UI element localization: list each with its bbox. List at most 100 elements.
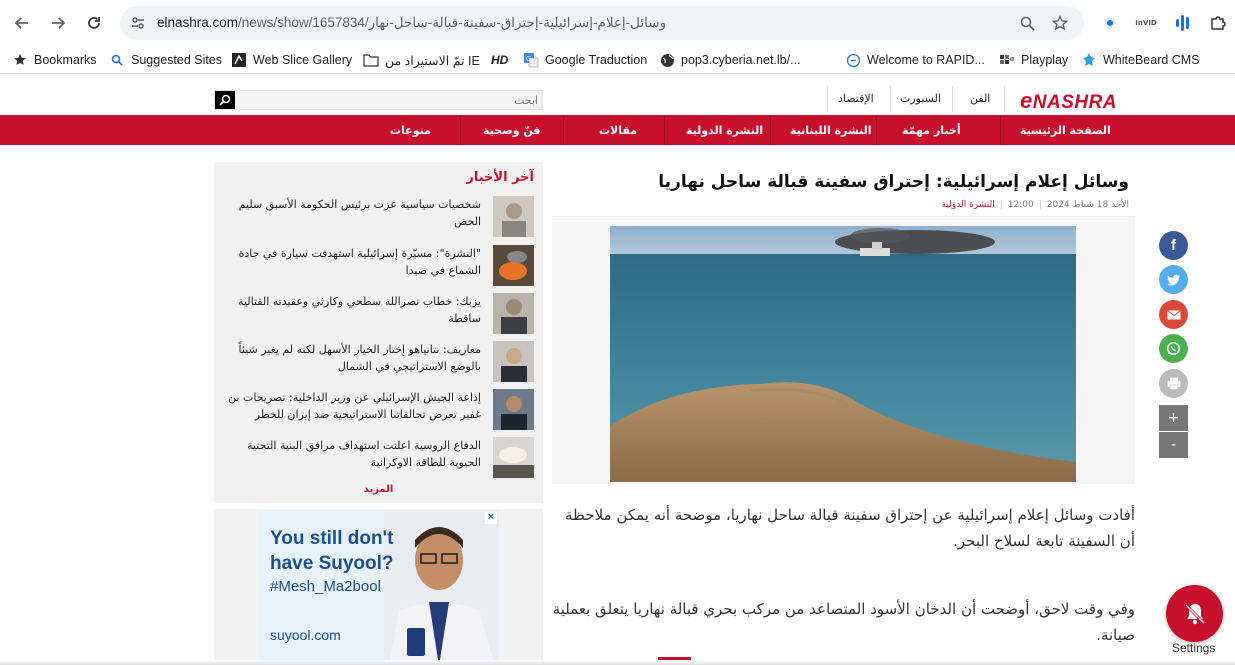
latest-news-item[interactable]: يزبك: خطاب نصرالله سطحي وكارثي وعقيدته ا…: [214, 293, 543, 337]
bookmark-label: pop3.cyberia.net.lb/...: [681, 53, 801, 67]
folder-icon: [363, 52, 379, 68]
search-button[interactable]: [215, 91, 235, 109]
latest-news-item[interactable]: "النشرة": مسيّرة إسرائيلية استهدفت سيارة…: [214, 245, 543, 289]
print-button[interactable]: [1159, 369, 1188, 398]
bookmark-item[interactable]: Bookmarks: [12, 52, 97, 68]
bookmark-item[interactable]: pop3.cyberia.net.lb/...: [659, 52, 801, 68]
zoom-icon[interactable]: [1017, 13, 1037, 33]
site-logo[interactable]: eNASHRA: [1020, 88, 1117, 114]
bookmarks-bar: Bookmarks Suggested Sites Web Slice Gall…: [0, 46, 1235, 74]
article-photo-container: [552, 217, 1135, 484]
nav-item-misc[interactable]: منوعات: [390, 115, 431, 145]
article-time: 12:00: [1007, 200, 1034, 210]
nav-item-articles[interactable]: مقالات: [599, 115, 637, 145]
bookmark-item[interactable]: Suggested Sites: [109, 52, 222, 68]
article-meta: الأحد 18 شباط 2024|12:00|النشرة الدولية: [941, 200, 1129, 210]
news-thumbnail: [493, 196, 534, 237]
rapid-icon: [845, 52, 861, 68]
address-bar[interactable]: elnashra.com/news/show/1657834/وسائل-إعل…: [120, 6, 1084, 40]
top-link-sport[interactable]: السبورت: [900, 92, 941, 105]
article-category[interactable]: النشرة الدولية: [942, 200, 995, 210]
share-twitter-button[interactable]: [1159, 265, 1188, 294]
playplay-icon: [999, 52, 1015, 68]
share-facebook-button[interactable]: f: [1159, 231, 1188, 260]
site-header: الإقتصاد السبورت الفن eNASHRA: [0, 82, 1235, 115]
divider: [770, 115, 771, 145]
news-thumbnail: [493, 389, 534, 430]
ad-url: suyool.com: [270, 627, 341, 643]
ad-hashtag: #Mesh_Ma2bool: [270, 578, 381, 595]
bookmark-item[interactable]: Playplay: [999, 52, 1068, 68]
search-icon: [219, 94, 231, 106]
bookmark-item[interactable]: تمّ الاستيراد من IE: [363, 52, 480, 68]
extension-invid-icon[interactable]: InVID: [1134, 11, 1158, 35]
top-link-art[interactable]: الفن: [970, 92, 990, 105]
news-headline: الدفاع الروسية اعلنت استهداف مرافق البني…: [247, 439, 481, 469]
facebook-icon: f: [1171, 237, 1176, 254]
nav-item-lebanese[interactable]: النشرة اللبنانية: [790, 115, 872, 145]
share-whatsapp-button[interactable]: [1159, 334, 1188, 363]
bookmark-star-icon[interactable]: [1050, 13, 1070, 33]
bell-off-icon: [1184, 603, 1205, 624]
site-search: [214, 90, 543, 110]
divider: [876, 115, 877, 145]
share-email-button[interactable]: [1159, 300, 1188, 329]
font-decrease-button[interactable]: -: [1159, 432, 1188, 458]
latest-news-item[interactable]: معاريف: نتانياهو إختار الخيار الأسهل لكن…: [214, 341, 543, 385]
latest-news-item[interactable]: شخصيات سياسية عزت برئيس الحكومة الأسبق س…: [214, 196, 543, 240]
latest-news-item[interactable]: إذاعة الجيش الإسرائيلي عن وزير الداخلية:…: [214, 389, 543, 433]
reload-button[interactable]: [82, 11, 106, 35]
nav-item-international[interactable]: النشرة الدولية: [686, 115, 763, 145]
article-body: أفادت وسائل إعلام إسرائيلية عن إحتراق سف…: [552, 502, 1135, 665]
latest-news-panel: آخر الأخبار شخصيات سياسية عزت برئيس الحك…: [214, 162, 543, 503]
translate-icon: G: [523, 52, 539, 68]
divider: [664, 115, 665, 145]
arrow-right-icon: [52, 17, 66, 29]
bookmark-label: Google Traduction: [545, 53, 648, 67]
news-headline: يزبك: خطاب نصرالله سطحي وكارثي وعقيدته ا…: [238, 295, 481, 325]
news-headline: إذاعة الجيش الإسرائيلي عن وزير الداخلية:…: [228, 391, 481, 421]
star-icon: [12, 52, 28, 68]
extension-eye-icon[interactable]: [1098, 11, 1122, 35]
bookmark-item[interactable]: G Google Traduction: [523, 52, 647, 68]
font-increase-button[interactable]: +: [1159, 405, 1188, 431]
ad-close-button[interactable]: ✕: [485, 512, 497, 524]
url-host: elnashra.com: [157, 15, 239, 30]
divider: [563, 115, 564, 145]
nav-item-home[interactable]: الصفحة الرئيسية: [1020, 115, 1111, 145]
bookmark-label: تمّ الاستيراد من IE: [385, 53, 480, 68]
browser-toolbar: elnashra.com/news/show/1657834/وسائل-إعل…: [0, 0, 1235, 46]
article-paragraph: أفادت وسائل إعلام إسرائيلية عن إحتراق سف…: [565, 506, 1135, 550]
bookmark-item[interactable]: HD: [491, 52, 508, 68]
more-news-link[interactable]: المزيد: [214, 484, 543, 495]
nav-item-important[interactable]: أخبار مهمّة: [902, 115, 961, 145]
bookmark-label: Web Slice Gallery: [253, 53, 353, 67]
news-thumbnail: [493, 293, 534, 334]
extensions-puzzle-icon[interactable]: [1206, 11, 1230, 35]
search-icon: [109, 52, 125, 68]
top-link-economy[interactable]: الإقتصاد: [838, 92, 874, 105]
notification-settings-button[interactable]: [1166, 585, 1223, 642]
url-text: elnashra.com/news/show/1657834/وسائل-إعل…: [157, 15, 666, 31]
article-date: الأحد 18 شباط 2024: [1046, 200, 1129, 210]
bookmark-item[interactable]: Welcome to RAPID...: [845, 52, 985, 68]
bookmark-label: Welcome to RAPID...: [867, 53, 985, 67]
divider: [1000, 115, 1001, 145]
svg-text:G: G: [526, 56, 531, 63]
latest-news-item[interactable]: الدفاع الروسية اعلنت استهداف مرافق البني…: [214, 437, 543, 481]
url-path: /news/show/1657834/وسائل-إعلام-إسرائيلية…: [238, 15, 667, 30]
bookmark-label: Suggested Sites: [131, 53, 223, 67]
divider: [1004, 86, 1005, 112]
nav-item-health[interactable]: فنّ وصحية: [483, 115, 541, 145]
bookmark-item[interactable]: WhiteBeard CMS: [1081, 52, 1200, 68]
bookmark-label: WhiteBeard CMS: [1103, 53, 1200, 67]
search-input[interactable]: [237, 91, 542, 109]
advertisement[interactable]: You still don't have Suyool? #Mesh_Ma2boo…: [259, 510, 499, 665]
hd-icon: HD: [491, 53, 509, 67]
news-headline: معاريف: نتانياهو إختار الخيار الأسهل لكن…: [238, 343, 482, 373]
back-button[interactable]: [10, 11, 34, 35]
forward-button[interactable]: [46, 11, 70, 35]
extension-audio-icon[interactable]: [1170, 11, 1194, 35]
bookmark-item[interactable]: Web Slice Gallery: [231, 52, 352, 68]
site-info-icon[interactable]: [128, 13, 148, 33]
